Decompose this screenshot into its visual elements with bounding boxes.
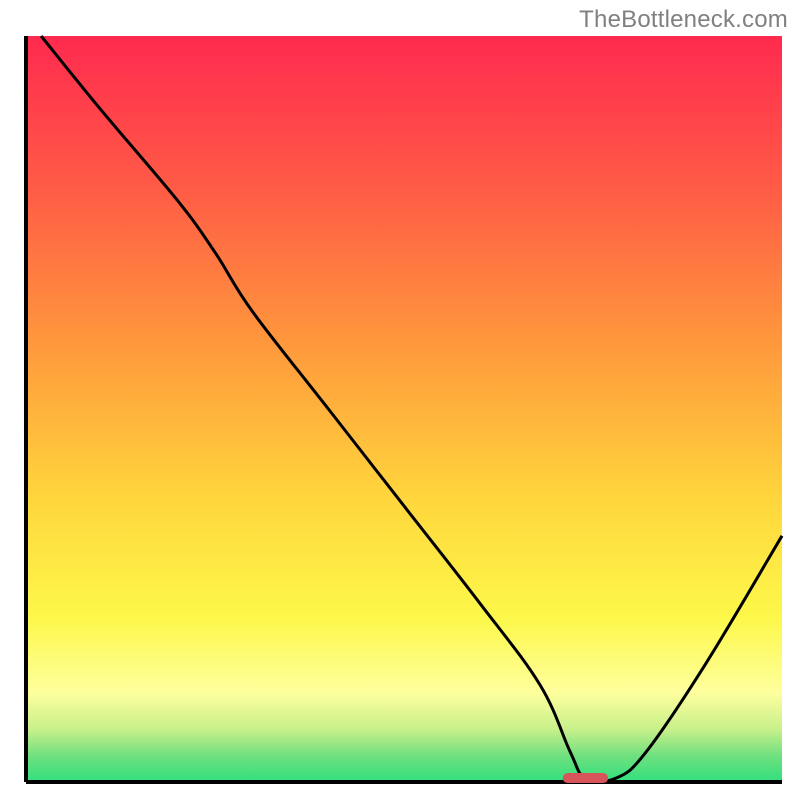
attribution-text: TheBottleneck.com [579, 6, 788, 34]
plot-background [26, 36, 782, 782]
optimal-marker [563, 773, 608, 783]
bottleneck-chart [0, 0, 800, 800]
